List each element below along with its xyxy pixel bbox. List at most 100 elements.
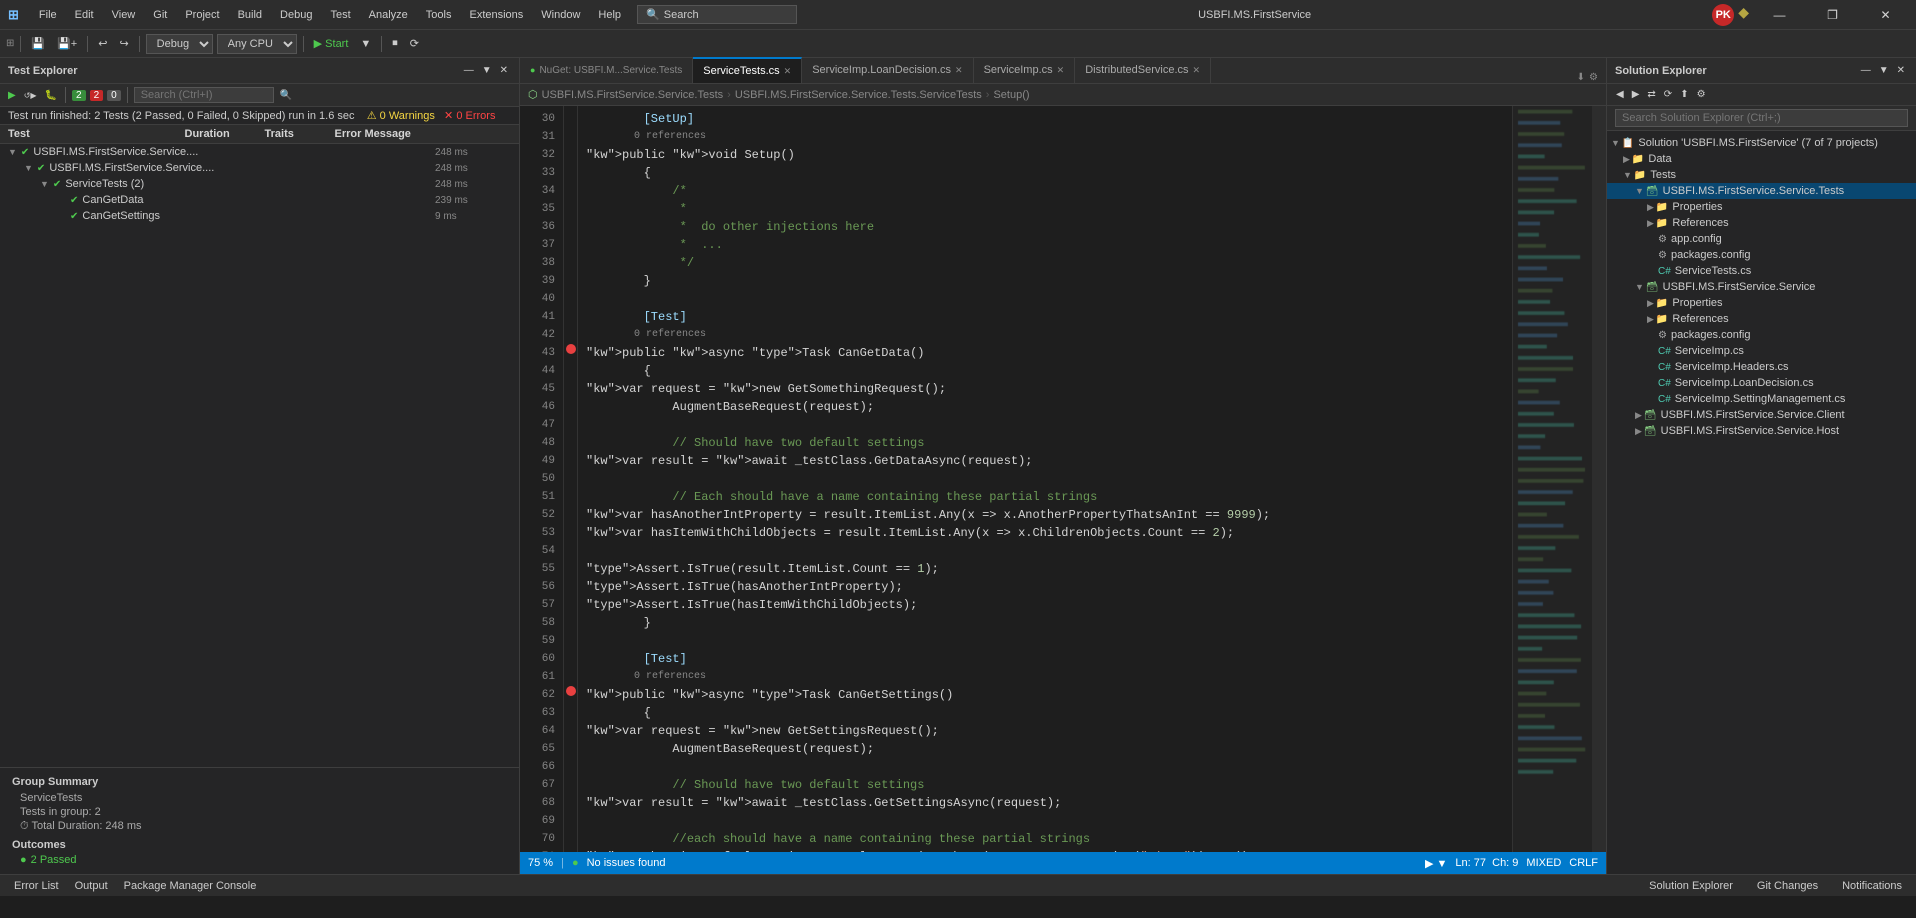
solution-explorer-bottom-tab[interactable]: Solution Explorer [1643,878,1739,894]
menu-project[interactable]: Project [177,7,227,23]
run-tests-status-btn[interactable]: ▶ ▼ [1425,857,1447,870]
sol-tree-item[interactable]: ▶ 📁 References [1607,215,1916,231]
run-button[interactable]: ▶ Start [310,35,353,52]
breadcrumb-method[interactable]: Setup() [993,89,1029,101]
sol-tree-item[interactable]: ▶ 🗃 USBFI.MS.FirstService.Service.Client [1607,407,1916,423]
tab-serviceimp[interactable]: ServiceImp.cs ✕ [974,57,1076,83]
package-manager-tab[interactable]: Package Manager Console [118,878,263,894]
debug-config-dropdown[interactable]: Debug [146,34,213,54]
sol-pin-button[interactable]: — [1858,64,1874,77]
solution-explorer-toolbar: ◀ ▶ ⇄ ⟳ ⬆ ⚙ [1607,84,1916,106]
tab-close-serviceimp[interactable]: ✕ [1057,65,1065,76]
minimize-button[interactable]: — [1757,1,1802,29]
solution-search-input[interactable] [1615,109,1908,127]
toolbar-icon-1[interactable]: ⊞ [6,38,14,49]
test-search-input[interactable] [134,87,274,103]
menu-build[interactable]: Build [230,7,270,23]
breadcrumb-project[interactable]: USBFI.MS.FirstService.Service.Tests [542,89,724,101]
sol-tree-item[interactable]: C# ServiceImp.SettingManagement.cs [1607,391,1916,407]
sol-tree-item[interactable]: ▶ 📁 Properties [1607,199,1916,215]
sol-close-button[interactable]: ✕ [1894,64,1908,77]
sol-forward-button[interactable]: ▶ [1629,87,1643,102]
debug-tests-button[interactable]: 🐛 [43,88,59,103]
test-item-0[interactable]: ▼ ✔ USBFI.MS.FirstService.Service.... 24… [0,144,519,160]
test-item-3[interactable]: ✔ CanGetData 239 ms [0,192,519,208]
test-item-1[interactable]: ▼ ✔ USBFI.MS.FirstService.Service.... 24… [0,160,519,176]
sol-tree-item[interactable]: C# ServiceImp.cs [1607,343,1916,359]
tab-close-distributed[interactable]: ✕ [1193,65,1201,76]
error-list-tab[interactable]: Error List [8,878,65,894]
sol-tree-item[interactable]: C# ServiceTests.cs [1607,263,1916,279]
menu-extensions[interactable]: Extensions [461,7,531,23]
platform-dropdown[interactable]: Any CPU [217,34,297,54]
test-item-4[interactable]: ✔ CanGetSettings 9 ms [0,208,519,224]
sol-tree-item[interactable]: ⚙ packages.config [1607,247,1916,263]
sol-tree-item[interactable]: ▼ 📋 Solution 'USBFI.MS.FirstService' (7 … [1607,135,1916,151]
sol-settings-button[interactable]: ⚙ [1694,87,1709,102]
tab-servicetests[interactable]: ServiceTests.cs ✕ [693,57,802,83]
run-failed-tests-button[interactable]: ↺▶ [22,89,39,102]
sol-dropdown-button[interactable]: ▼ [1876,64,1892,77]
menu-window[interactable]: Window [533,7,588,23]
code-editor[interactable]: [SetUp] 0 references "kw">public "kw">vo… [578,106,1512,852]
tab-distributed[interactable]: DistributedService.cs ✕ [1075,57,1211,83]
maximize-button[interactable]: ❐ [1810,1,1855,29]
sol-back-button[interactable]: ◀ [1613,87,1627,102]
test-label-4: CanGetSettings [82,210,435,222]
sol-tree-item[interactable]: ▶ 🗃 USBFI.MS.FirstService.Service.Host [1607,423,1916,439]
toolbar-save[interactable]: 💾 [27,35,49,52]
breadcrumb-class[interactable]: USBFI.MS.FirstService.Service.Tests.Serv… [735,89,982,101]
sol-refresh-button[interactable]: ⟳ [1661,87,1675,102]
toolbar-redo[interactable]: ↪ [115,35,132,52]
sol-tree-item[interactable]: ⚙ packages.config [1607,327,1916,343]
menu-help[interactable]: Help [590,7,629,23]
sol-tree-item[interactable]: ▼ 🗃 USBFI.MS.FirstService.Service [1607,279,1916,295]
toolbar-misc-1[interactable]: ⏹ [388,35,402,52]
servicetests-tab-label: ServiceTests.cs [703,65,779,77]
git-changes-tab[interactable]: Git Changes [1751,878,1824,894]
toolbar-save-all[interactable]: 💾+ [53,35,81,52]
test-explorer-pin[interactable]: — [461,64,477,77]
editor-status-bar: 75 % | ● No issues found ▶ ▼ Ln: 77 Ch: … [520,852,1606,874]
vertical-scrollbar[interactable] [1592,106,1606,852]
global-search-box[interactable]: 🔍 Search [637,5,797,24]
tab-close-servicetests[interactable]: ✕ [784,66,792,77]
sol-tree-item[interactable]: ▶ 📁 Data [1607,151,1916,167]
tab-nuget[interactable]: ● NuGet: USBFI.M...Service.Tests [520,57,693,83]
test-explorer-dropdown[interactable]: ▼ [479,64,495,77]
run-all-tests-button[interactable]: ▶ [6,88,18,103]
toolbar-undo[interactable]: ↩ [94,35,111,52]
output-tab[interactable]: Output [69,878,114,894]
menu-file[interactable]: File [31,7,65,23]
sol-tree-item[interactable]: ▶ 📁 References [1607,311,1916,327]
sol-tree-item[interactable]: C# ServiceImp.LoanDecision.cs [1607,375,1916,391]
menu-test[interactable]: Test [322,7,358,23]
sol-tree-item[interactable]: ⚙ app.config [1607,231,1916,247]
test-search-button[interactable]: 🔍 [278,88,294,103]
test-explorer-close[interactable]: ✕ [497,64,511,77]
tab-overflow-button[interactable]: ⬇ [1577,72,1585,83]
outcomes-title: Outcomes [12,839,507,851]
sol-sync-button[interactable]: ⇄ [1644,87,1658,102]
menu-debug[interactable]: Debug [272,7,320,23]
sol-tree-item[interactable]: C# ServiceImp.Headers.cs [1607,359,1916,375]
menu-edit[interactable]: Edit [67,7,102,23]
menu-git[interactable]: Git [145,7,175,23]
tab-settings-button[interactable]: ⚙ [1589,72,1598,83]
sol-tree-item[interactable]: ▼ 🗃 USBFI.MS.FirstService.Service.Tests [1607,183,1916,199]
pass-icon-0: ✔ [21,147,29,158]
menu-analyze[interactable]: Analyze [361,7,416,23]
sol-collapse-button[interactable]: ⬆ [1677,87,1691,102]
notifications-tab[interactable]: Notifications [1836,878,1908,894]
close-button[interactable]: ✕ [1863,1,1908,29]
sol-tree-item[interactable]: ▶ 📁 Properties [1607,295,1916,311]
zoom-level[interactable]: 75 % [528,857,553,869]
sol-tree-item[interactable]: ▼ 📁 Tests [1607,167,1916,183]
toolbar-misc-2[interactable]: ⟳ [406,35,423,52]
menu-tools[interactable]: Tools [418,7,460,23]
tab-close-loan[interactable]: ✕ [955,65,963,76]
test-item-2[interactable]: ▼ ✔ ServiceTests (2) 248 ms [0,176,519,192]
menu-view[interactable]: View [104,7,144,23]
tab-serviceimp-loan[interactable]: ServiceImp.LoanDecision.cs ✕ [802,57,973,83]
run-dropdown[interactable]: ▼ [356,36,375,52]
